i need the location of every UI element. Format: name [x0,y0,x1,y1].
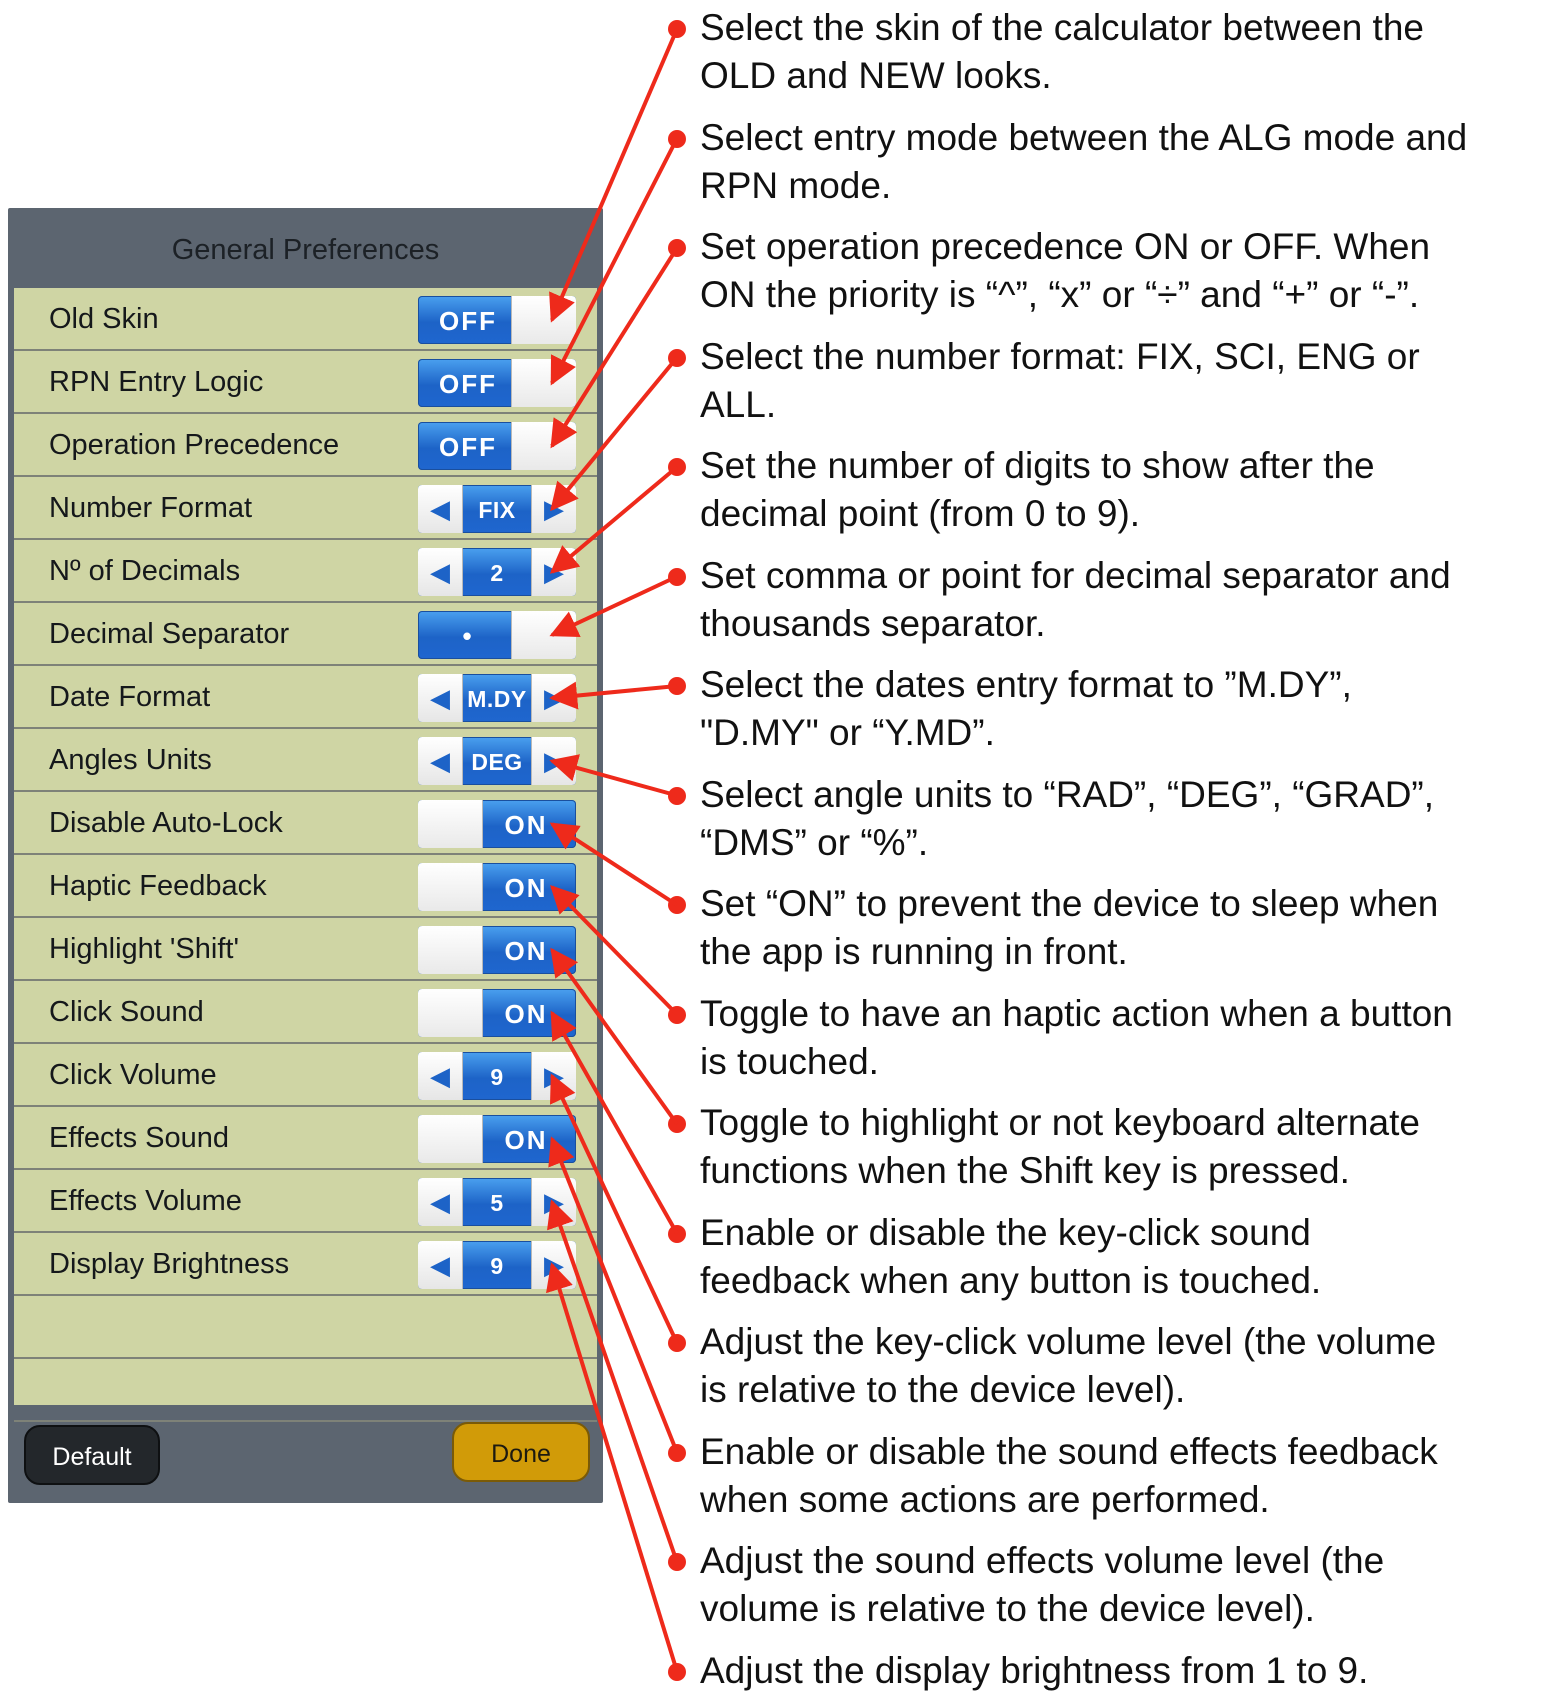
annotation-arrow [550,1073,679,1344]
annotation-arrow [549,574,678,637]
annotation-arrow [548,1136,679,1454]
annotation-arrow [549,465,679,574]
annotation-arrow [547,1199,679,1563]
annotation-arrows [546,28,679,1673]
annotation-arrow [550,356,679,512]
annotation-arrow [546,1262,679,1673]
annotation-arrow [550,1010,679,1235]
annotation-arrow [549,754,678,798]
annotation-arrow [549,681,678,710]
annotation-arrow [550,885,679,1016]
annotation-arrow [549,822,679,907]
annotation-arrow [550,947,679,1126]
